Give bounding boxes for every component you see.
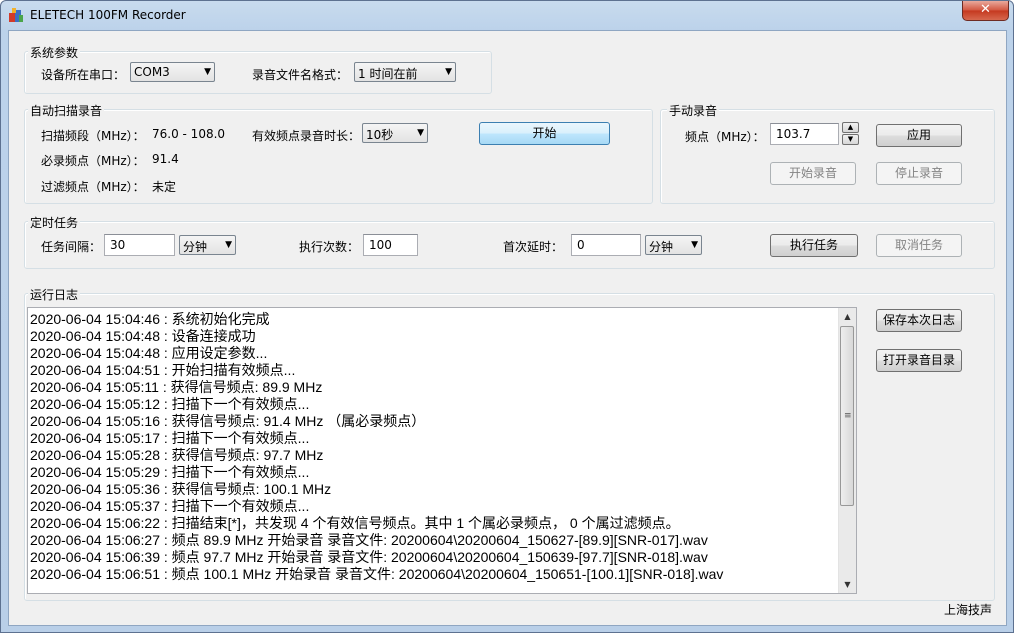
log-lines: 2020-06-04 15:04:46 : 系统初始化完成 2020-06-04 … — [30, 311, 838, 583]
chevron-down-icon: ▼ — [204, 67, 211, 77]
first-delay-value: 0 — [577, 238, 585, 252]
record-duration-label: 有效频点录音时长： — [252, 129, 361, 143]
scheduled-task-label: 定时任务 — [28, 214, 81, 231]
scroll-down-icon[interactable]: ▼ — [839, 576, 856, 593]
log-line: 2020-06-04 15:06:51 : 频点 100.1 MHz 开始录音 … — [30, 566, 724, 582]
log-scrollbar[interactable]: ▲ ≡ ▼ — [838, 308, 856, 593]
log-line: 2020-06-04 15:05:17 : 扫描下一个有效频点... — [30, 430, 310, 446]
grip-icon: ≡ — [844, 411, 852, 421]
exec-count-input[interactable]: 100 — [363, 234, 418, 256]
chevron-up-icon: ▲ — [847, 123, 854, 131]
scroll-thumb[interactable]: ≡ — [840, 326, 854, 506]
log-line: 2020-06-04 15:05:12 : 扫描下一个有效频点... — [30, 396, 310, 412]
freq-up-button[interactable]: ▲ — [842, 122, 859, 133]
open-record-dir-button[interactable]: 打开录音目录 — [876, 349, 962, 372]
record-duration-value: 10秒 — [366, 128, 394, 142]
manual-freq-label: 频点（MHz）： — [685, 130, 765, 144]
chevron-down-icon: ▼ — [691, 240, 698, 250]
port-label: 设备所在串口： — [41, 68, 126, 82]
apply-button[interactable]: 应用 — [876, 124, 962, 147]
filename-format-value: 1 时间在前 — [358, 67, 418, 81]
log-line: 2020-06-04 15:04:46 : 系统初始化完成 — [30, 311, 270, 327]
manual-freq-input[interactable]: 103.7 — [770, 123, 839, 145]
client-area: 系统参数 设备所在串口： COM3 ▼ 录音文件名格式： 1 时间在前 ▼ 自动… — [8, 30, 1007, 626]
scan-band-label: 扫描频段（MHz）： — [41, 129, 145, 143]
run-log-label: 运行日志 — [28, 286, 81, 303]
cancel-task-button[interactable]: 取消任务 — [876, 234, 962, 257]
company-label: 上海技声 — [944, 603, 993, 617]
delay-unit-select[interactable]: 分钟 ▼ — [645, 235, 702, 255]
delay-unit-value: 分钟 — [649, 240, 674, 254]
exec-count-value: 100 — [369, 238, 392, 252]
log-line: 2020-06-04 15:04:51 : 开始扫描有效频点... — [30, 362, 296, 378]
required-freq-value: 91.4 — [152, 152, 179, 166]
exec-count-label: 执行次数： — [299, 240, 360, 254]
interval-value: 30 — [110, 238, 126, 252]
log-line: 2020-06-04 15:04:48 : 设备连接成功 — [30, 328, 256, 344]
first-delay-label: 首次延时： — [503, 240, 564, 254]
log-line: 2020-06-04 15:06:27 : 频点 89.9 MHz 开始录音 录… — [30, 532, 708, 548]
log-line: 2020-06-04 15:04:48 : 应用设定参数... — [30, 345, 268, 361]
filename-format-select[interactable]: 1 时间在前 ▼ — [354, 62, 456, 82]
log-line: 2020-06-04 15:05:28 : 获得信号频点: 97.7 MHz — [30, 447, 324, 463]
app-icon — [9, 8, 23, 22]
manual-freq-value: 103.7 — [776, 127, 811, 141]
interval-unit-value: 分钟 — [183, 240, 208, 254]
chevron-down-icon: ▼ — [225, 240, 232, 250]
stop-record-button[interactable]: 停止录音 — [876, 162, 962, 185]
interval-label: 任务间隔： — [41, 240, 102, 254]
filter-freq-value: 未定 — [152, 180, 177, 194]
execute-task-button[interactable]: 执行任务 — [770, 234, 858, 257]
chevron-down-icon: ▼ — [445, 67, 452, 77]
close-icon: ✕ — [980, 2, 991, 17]
scroll-up-icon[interactable]: ▲ — [839, 308, 856, 325]
close-button[interactable]: ✕ — [962, 1, 1009, 21]
auto-scan-label: 自动扫描录音 — [28, 102, 105, 119]
log-line: 2020-06-04 15:06:22 : 扫描结束[*]，共发现 4 个有效信… — [30, 515, 680, 531]
record-duration-select[interactable]: 10秒 ▼ — [362, 123, 428, 143]
interval-unit-select[interactable]: 分钟 ▼ — [179, 235, 236, 255]
log-line: 2020-06-04 15:05:16 : 获得信号频点: 91.4 MHz （… — [30, 413, 426, 429]
title-bar[interactable]: ELETECH 100FM Recorder ✕ — [1, 1, 1013, 29]
log-line: 2020-06-04 15:05:29 : 扫描下一个有效频点... — [30, 464, 310, 480]
scan-band-value: 76.0 - 108.0 — [152, 127, 226, 141]
filter-freq-label: 过滤频点（MHz）： — [41, 180, 145, 194]
log-textarea[interactable]: 2020-06-04 15:04:46 : 系统初始化完成 2020-06-04 … — [27, 307, 857, 594]
system-params-label: 系统参数 — [28, 44, 81, 61]
log-line: 2020-06-04 15:05:11 : 获得信号频点: 89.9 MHz — [30, 379, 323, 395]
manual-record-label: 手动录音 — [667, 102, 720, 119]
filename-format-label: 录音文件名格式： — [252, 68, 349, 82]
app-window: ELETECH 100FM Recorder ✕ 系统参数 设备所在串口： CO… — [0, 0, 1014, 633]
log-line: 2020-06-04 15:06:39 : 频点 97.7 MHz 开始录音 录… — [30, 549, 708, 565]
chevron-down-icon: ▼ — [417, 128, 424, 138]
chevron-down-icon: ▼ — [847, 135, 854, 143]
start-record-button[interactable]: 开始录音 — [770, 162, 856, 185]
freq-down-button[interactable]: ▼ — [842, 134, 859, 145]
required-freq-label: 必录频点（MHz）： — [41, 154, 145, 168]
window-title: ELETECH 100FM Recorder — [30, 8, 186, 22]
start-scan-button[interactable]: 开始 — [479, 122, 610, 145]
interval-input[interactable]: 30 — [104, 234, 175, 256]
port-select[interactable]: COM3 ▼ — [130, 62, 215, 82]
save-log-button[interactable]: 保存本次日志 — [876, 309, 962, 332]
log-line: 2020-06-04 15:05:37 : 扫描下一个有效频点... — [30, 498, 310, 514]
log-line: 2020-06-04 15:05:36 : 获得信号频点: 100.1 MHz — [30, 481, 332, 497]
port-value: COM3 — [134, 65, 170, 79]
first-delay-input[interactable]: 0 — [571, 234, 641, 256]
